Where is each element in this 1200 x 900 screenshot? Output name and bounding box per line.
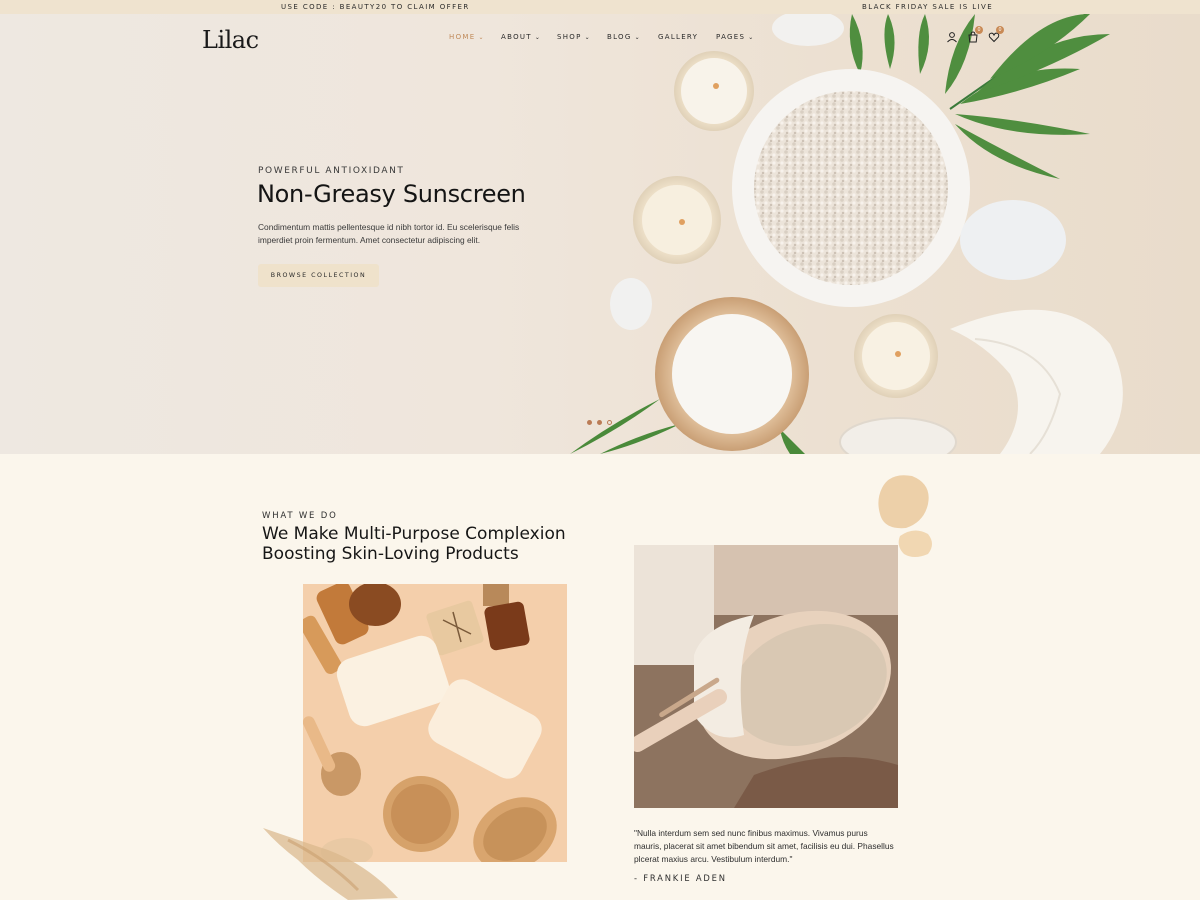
slider-dot-3[interactable]: [607, 420, 612, 425]
main-nav: HOME ⌄ ABOUT ⌄ SHOP ⌄ BLOG ⌄ GALLERY PAGES ⌄: [449, 33, 766, 41]
chevron-down-icon: ⌄: [748, 34, 755, 41]
cart-count-badge: 0: [975, 26, 983, 34]
cart-icon[interactable]: 0: [967, 26, 983, 43]
nav-home[interactable]: HOME ⌄: [449, 33, 501, 41]
hero-section: Lilac HOME ⌄ ABOUT ⌄ SHOP ⌄ BLOG ⌄ GALLERY P…: [0, 14, 1200, 454]
nav-pages-label: PAGES: [716, 33, 746, 41]
hero-spa-image: [570, 14, 1123, 454]
chevron-down-icon: ⌄: [534, 34, 542, 41]
chevron-down-icon: ⌄: [584, 34, 591, 41]
nav-about-label: ABOUT: [501, 33, 532, 41]
promo-code-text: USE CODE : BEAUTY20 TO CLAIM OFFER: [281, 3, 470, 11]
facial-treatment-image: [634, 545, 898, 808]
nav-blog-label: BLOG: [607, 33, 632, 41]
testimonial-author: - FRANKIE ADEN: [634, 873, 727, 883]
sale-announcement: BLACK FRIDAY SALE IS LIVE: [862, 3, 994, 11]
nav-gallery-label: GALLERY: [658, 33, 699, 41]
site-logo[interactable]: Lilac: [202, 26, 259, 54]
hero-title: Non-Greasy Sunscreen: [257, 180, 526, 208]
section-eyebrow: WHAT WE DO: [262, 511, 338, 521]
header-icons: 0 0: [946, 26, 1004, 43]
testimonial-quote: "Nulla interdum sem sed nunc finibus max…: [634, 828, 894, 864]
slider-dot-2[interactable]: [597, 420, 602, 425]
nav-pages[interactable]: PAGES ⌄: [716, 33, 766, 41]
promo-bar: USE CODE : BEAUTY20 TO CLAIM OFFER BLACK…: [0, 0, 1200, 14]
chevron-down-icon: ⌄: [634, 34, 641, 41]
chevron-down-icon: ⌄: [478, 34, 485, 41]
browse-collection-button[interactable]: BROWSE COLLECTION: [258, 264, 379, 287]
nav-home-label: HOME: [449, 33, 476, 41]
wishlist-icon[interactable]: 0: [988, 26, 1004, 43]
hero-eyebrow: POWERFUL ANTIOXIDANT: [258, 166, 405, 176]
nav-about[interactable]: ABOUT ⌄: [501, 33, 557, 41]
nav-blog[interactable]: BLOG ⌄: [607, 33, 658, 41]
section-title: We Make Multi-Purpose Complexion Boostin…: [262, 524, 566, 564]
hero-description: Condimentum mattis pellentesque id nibh …: [258, 222, 520, 245]
user-icon[interactable]: [946, 30, 958, 43]
decorative-powder-swatch: [263, 828, 398, 900]
nav-shop[interactable]: SHOP ⌄: [557, 33, 607, 41]
nav-gallery[interactable]: GALLERY: [658, 33, 716, 41]
wishlist-count-badge: 0: [996, 26, 1004, 34]
slider-dot-1[interactable]: [587, 420, 592, 425]
nav-shop-label: SHOP: [557, 33, 582, 41]
slider-pagination: [587, 420, 612, 425]
